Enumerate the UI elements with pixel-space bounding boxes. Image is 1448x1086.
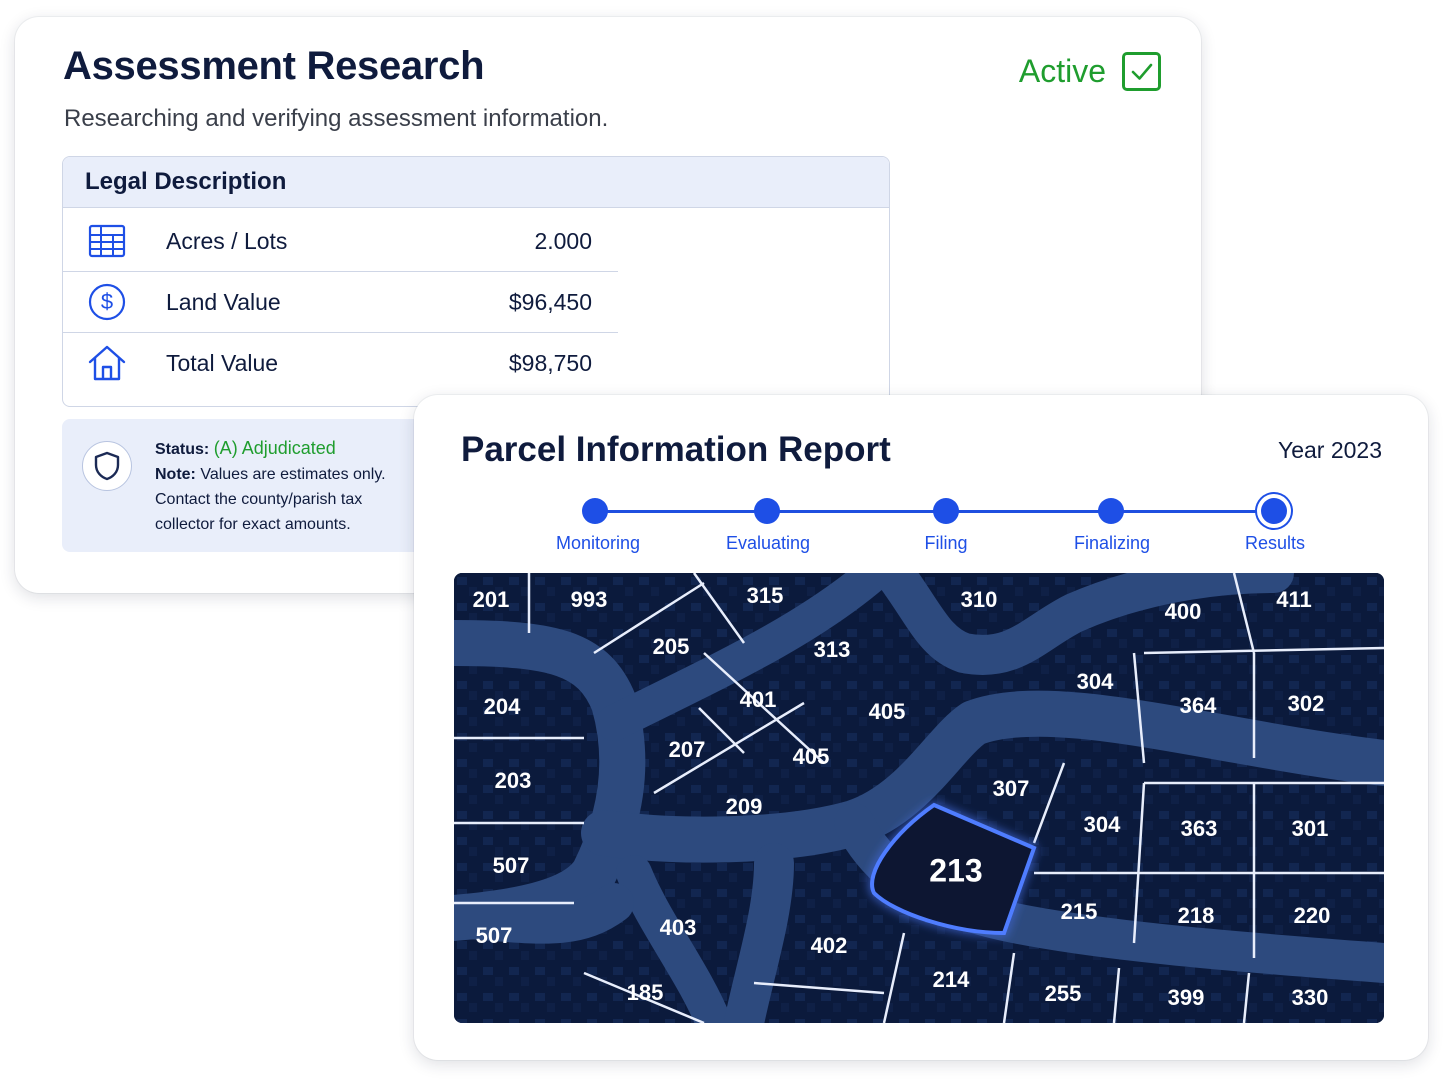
step-label-monitoring[interactable]: Monitoring [556,533,640,554]
lot-label: 301 [1292,816,1329,841]
lot-label: 315 [747,583,784,608]
legal-row-total-value: Total Value $98,750 [63,333,618,393]
lot-label: 507 [476,923,513,948]
parcel-report-card: Parcel Information Report Year 2023 Moni… [414,395,1428,1060]
lot-label: 215 [1061,899,1098,924]
lot-label: 399 [1168,985,1205,1010]
lot-label: 405 [869,699,906,724]
lot-label: 330 [1292,985,1329,1010]
grid-icon [87,221,127,261]
lot-label: 205 [653,634,690,659]
total-value-amount: $98,750 [508,349,592,376]
progress-stepper: Monitoring Evaluating Filing Finalizing … [414,395,1428,565]
note-line-2: Contact the county/parish tax [155,491,363,508]
status-prefix: Status: [155,441,210,458]
step-dot-finalizing[interactable] [1098,498,1124,524]
status-indicator: Active [1019,52,1161,91]
lot-label: 364 [1180,693,1217,718]
legal-row-land-value: $ Land Value $96,450 [63,272,618,333]
land-value-label: Land Value [166,288,281,315]
lot-label: 405 [793,744,830,769]
lot-label: 203 [495,768,532,793]
acres-value: 2.000 [534,227,592,254]
lot-label: 403 [660,915,697,940]
land-value-amount: $96,450 [508,288,592,315]
parcel-map[interactable]: 201 993 315 310 400 411 205 313 304 204 … [454,573,1384,1023]
lot-label: 302 [1288,691,1325,716]
step-dot-evaluating[interactable] [754,498,780,524]
legal-description-panel: Legal Description Acres / Lots 2.000 $ L… [62,156,890,407]
lot-label: 255 [1045,981,1082,1006]
lot-label: 304 [1084,812,1121,837]
lot-label: 185 [627,980,664,1005]
dollar-icon: $ [87,282,127,322]
lot-label: 401 [740,687,777,712]
house-icon [87,343,127,383]
lot-label: 363 [1181,816,1218,841]
lot-label: 402 [811,933,848,958]
lot-label: 400 [1165,599,1202,624]
lot-label: 313 [814,637,851,662]
lot-label: 220 [1294,903,1331,928]
parcel-map-svg[interactable]: 201 993 315 310 400 411 205 313 304 204 … [454,573,1384,1023]
lot-label: 209 [726,794,763,819]
lot-label: 304 [1077,669,1114,694]
lot-label: 310 [961,587,998,612]
lot-label: 204 [484,694,521,719]
note-line-1: Values are estimates only. [200,466,386,483]
step-label-evaluating[interactable]: Evaluating [726,533,810,554]
selected-lot-label: 213 [929,852,982,888]
status-label: Active [1018,53,1106,89]
check-icon [1131,63,1152,80]
note-line-3: collector for exact amounts. [155,516,351,533]
legal-row-acres: Acres / Lots 2.000 [63,211,618,272]
step-label-filing[interactable]: Filing [924,533,967,554]
page-title: Assessment Research [63,44,485,88]
legal-description-header: Legal Description [63,157,889,208]
acres-label: Acres / Lots [166,227,288,254]
lot-label: 411 [1276,587,1312,612]
lot-label: 307 [993,776,1030,801]
note-prefix: Note: [155,466,196,483]
lot-label: 214 [933,967,970,992]
svg-text:$: $ [101,289,113,314]
step-label-finalizing[interactable]: Finalizing [1074,533,1150,554]
lot-label: 201 [473,587,510,612]
lot-label: 207 [669,737,706,762]
step-dot-filing[interactable] [933,498,959,524]
step-label-results[interactable]: Results [1245,533,1305,554]
lot-label: 507 [493,853,530,878]
lot-label: 993 [571,587,608,612]
step-dot-monitoring[interactable] [582,498,608,524]
page-subtitle: Researching and verifying assessment inf… [64,105,609,132]
step-dot-results[interactable] [1261,498,1287,524]
shield-icon [82,441,132,491]
status-value: (A) Adjudicated [213,438,336,458]
lot-label: 218 [1178,903,1215,928]
total-value-label: Total Value [166,349,279,376]
status-note-text: Status: (A) Adjudicated Note: Values are… [155,436,386,537]
active-checkbox[interactable] [1122,52,1161,91]
